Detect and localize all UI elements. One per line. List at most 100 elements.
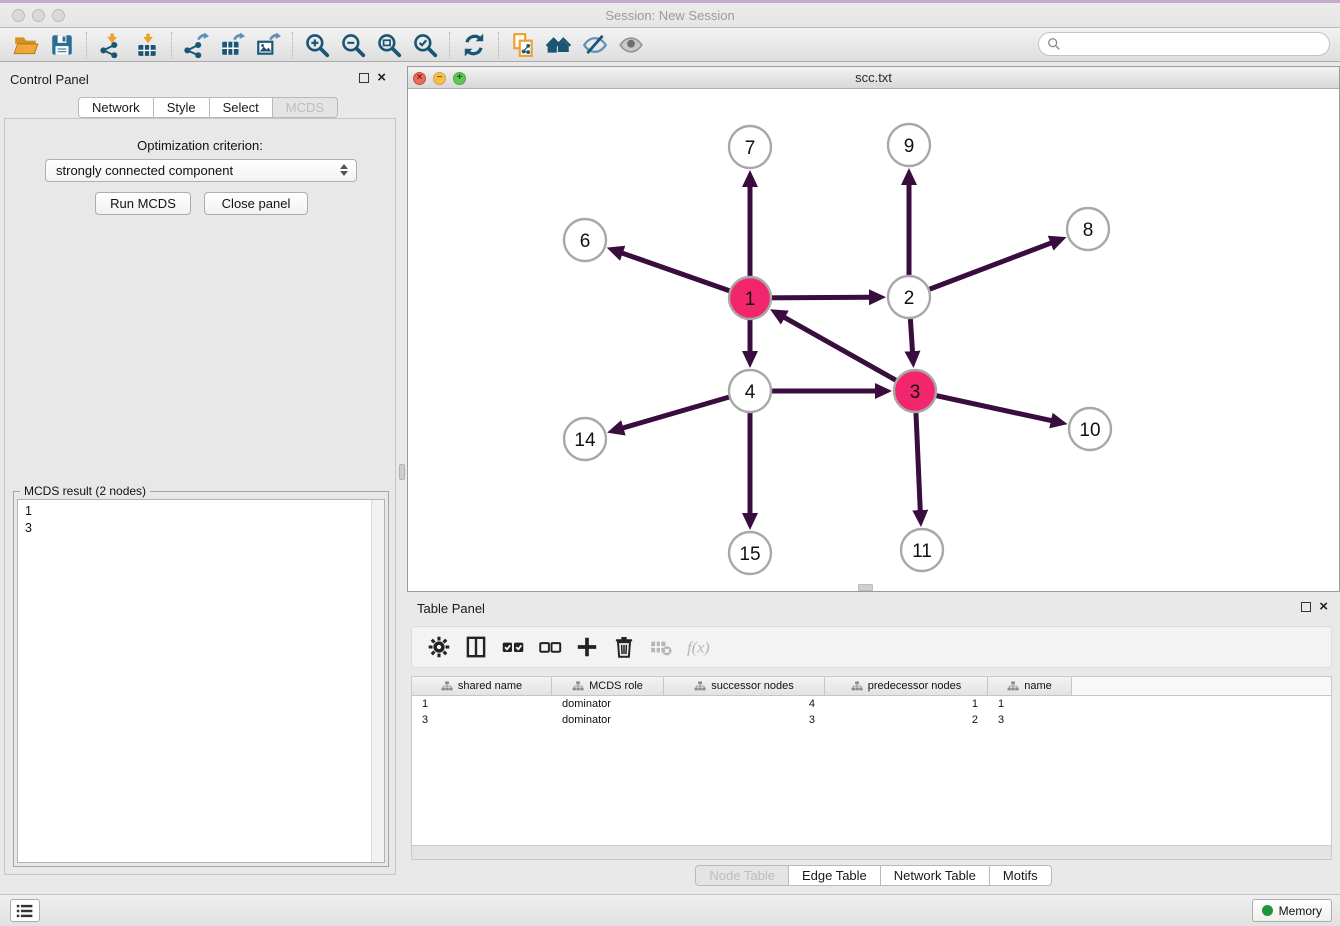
cell-predecessor-nodes[interactable]: 2 — [825, 712, 988, 728]
toolbar-separator — [171, 32, 172, 58]
window-minimize-icon[interactable] — [32, 9, 45, 22]
close-panel-icon[interactable]: × — [377, 73, 386, 83]
export-table-icon[interactable] — [214, 30, 250, 60]
cell-MCDS-role[interactable]: dominator — [552, 696, 664, 712]
table-panel-title: Table Panel — [417, 601, 485, 616]
float-table-panel-icon[interactable] — [1301, 602, 1311, 612]
export-network-icon[interactable] — [178, 30, 214, 60]
copy-network-icon[interactable] — [505, 30, 541, 60]
window-close-icon[interactable] — [12, 9, 25, 22]
select-stepper-icon — [340, 164, 348, 176]
home-icon[interactable] — [541, 30, 577, 60]
table-tabs: Node TableEdge TableNetwork TableMotifs — [407, 865, 1340, 886]
table-row[interactable]: 3dominator323 — [412, 712, 1331, 728]
table-panel: Table Panel × f(x) shared nameMCDS roles… — [407, 594, 1340, 894]
table-tab-network-table[interactable]: Network Table — [881, 865, 990, 886]
zoom-in-icon[interactable] — [299, 30, 335, 60]
close-table-panel-icon[interactable]: × — [1319, 602, 1328, 612]
memory-label: Memory — [1279, 904, 1322, 918]
network-minimize-icon[interactable]: − — [433, 72, 446, 85]
status-bar: Memory — [0, 894, 1340, 926]
cell-successor-nodes[interactable]: 3 — [664, 712, 825, 728]
table-row[interactable]: 1dominator411 — [412, 696, 1331, 712]
table-hscrollbar[interactable] — [411, 846, 1332, 860]
network-window-titlebar[interactable]: × − + scc.txt — [408, 67, 1339, 89]
cell-shared-name[interactable]: 1 — [412, 696, 552, 712]
import-network-icon[interactable] — [93, 30, 129, 60]
memory-status-icon — [1262, 905, 1273, 916]
table-tab-motifs[interactable]: Motifs — [990, 865, 1052, 886]
network-graph[interactable]: 1234678910111415 — [408, 89, 1339, 591]
select-all-icon[interactable] — [494, 632, 531, 662]
run-mcds-button[interactable]: Run MCDS — [95, 192, 191, 215]
mcds-result-group: MCDS result (2 nodes) 1 3 — [13, 491, 389, 867]
table-tab-edge-table[interactable]: Edge Table — [789, 865, 881, 886]
network-splitter-handle[interactable] — [858, 584, 873, 591]
float-panel-icon[interactable] — [359, 73, 369, 83]
table-tab-node-table[interactable]: Node Table — [695, 865, 789, 886]
node-label-4: 4 — [745, 382, 756, 403]
app-titlebar: Session: New Session — [0, 0, 1340, 28]
table-header: shared nameMCDS rolesuccessor nodesprede… — [412, 677, 1331, 696]
cell-shared-name[interactable]: 3 — [412, 712, 552, 728]
mcds-result-scrollbar[interactable] — [371, 500, 384, 862]
criterion-select[interactable]: strongly connected component — [45, 159, 357, 182]
zoom-fit-icon[interactable] — [371, 30, 407, 60]
node-table[interactable]: shared nameMCDS rolesuccessor nodesprede… — [411, 676, 1332, 846]
edge-2-8[interactable] — [909, 243, 1052, 297]
close-panel-button[interactable]: Close panel — [204, 192, 308, 215]
node-label-9: 9 — [904, 136, 915, 157]
cell-successor-nodes[interactable]: 4 — [664, 696, 825, 712]
column-header-name[interactable]: name — [988, 677, 1072, 695]
node-label-3: 3 — [910, 382, 921, 403]
tab-style[interactable]: Style — [154, 97, 210, 118]
cell-MCDS-role[interactable]: dominator — [552, 712, 664, 728]
network-maximize-icon[interactable]: + — [453, 72, 466, 85]
open-session-icon[interactable] — [8, 30, 44, 60]
control-panel-title: Control Panel — [10, 72, 89, 87]
list-icon — [16, 904, 34, 918]
cell-predecessor-nodes[interactable]: 1 — [825, 696, 988, 712]
delete-row-icon[interactable] — [605, 632, 642, 662]
columns-icon[interactable] — [457, 632, 494, 662]
memory-button[interactable]: Memory — [1252, 899, 1332, 922]
node-label-7: 7 — [745, 138, 756, 159]
svg-text:f(x): f(x) — [687, 638, 710, 656]
export-image-icon[interactable] — [250, 30, 286, 60]
settings-icon[interactable] — [420, 632, 457, 662]
network-close-icon[interactable]: × — [413, 72, 426, 85]
column-header-predecessor-nodes[interactable]: predecessor nodes — [825, 677, 988, 695]
show-display-icon[interactable] — [613, 30, 649, 60]
column-header-successor-nodes[interactable]: successor nodes — [664, 677, 825, 695]
add-row-icon[interactable] — [568, 632, 605, 662]
mcds-result-text[interactable]: 1 3 — [17, 499, 385, 863]
refresh-view-icon[interactable] — [456, 30, 492, 60]
search-icon — [1047, 37, 1061, 51]
mcds-result-lines: 1 3 — [18, 500, 384, 540]
save-session-icon[interactable] — [44, 30, 80, 60]
toolbar-separator — [86, 32, 87, 58]
column-header-shared-name[interactable]: shared name — [412, 677, 552, 695]
task-history-button[interactable] — [10, 899, 40, 922]
tab-mcds[interactable]: MCDS — [273, 97, 338, 118]
zoom-selected-icon[interactable] — [407, 30, 443, 60]
node-label-8: 8 — [1083, 220, 1094, 241]
control-panel: Control Panel × NetworkStyleSelectMCDS O… — [0, 62, 400, 894]
window-zoom-icon[interactable] — [52, 9, 65, 22]
node-label-10: 10 — [1079, 420, 1100, 441]
edge-3-1[interactable] — [784, 317, 915, 391]
hide-display-icon[interactable] — [577, 30, 613, 60]
tab-network[interactable]: Network — [78, 97, 154, 118]
cell-name[interactable]: 1 — [988, 696, 1072, 712]
apply-function-icon: f(x) — [679, 632, 716, 662]
zoom-out-icon[interactable] — [335, 30, 371, 60]
search-input[interactable] — [1038, 32, 1330, 56]
tab-select[interactable]: Select — [210, 97, 273, 118]
network-title: scc.txt — [408, 67, 1339, 89]
column-header-MCDS-role[interactable]: MCDS role — [552, 677, 664, 695]
deselect-all-icon[interactable] — [531, 632, 568, 662]
import-table-icon[interactable] — [129, 30, 165, 60]
network-canvas[interactable]: 1234678910111415 — [408, 89, 1339, 591]
panel-splitter-handle[interactable] — [399, 464, 405, 480]
cell-name[interactable]: 3 — [988, 712, 1072, 728]
